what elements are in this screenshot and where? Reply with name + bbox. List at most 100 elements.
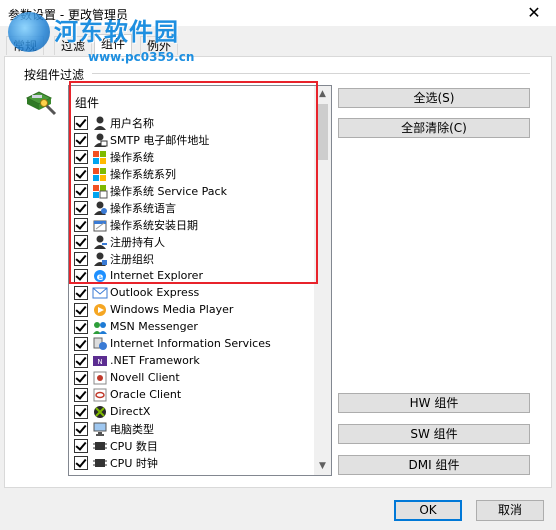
group-label: 按组件过滤 [24,66,89,83]
list-item[interactable]: 操作系统语言 [74,199,314,216]
item-checkbox[interactable] [74,183,88,198]
item-checkbox[interactable] [74,319,88,334]
tab-filter[interactable]: 过滤 [54,36,93,55]
tab-exceptions[interactable]: 例外 [140,36,179,55]
list-item[interactable]: SMTP 电子邮件地址 [74,131,314,148]
tab-strip: 常规 过滤 组件 例外 [2,34,554,56]
item-label: DirectX [110,405,151,418]
list-item[interactable]: CPU 数目 [74,437,314,454]
item-label: Outlook Express [110,286,200,299]
list-item[interactable]: 注册持有人 [74,233,314,250]
tab-general[interactable]: 常规 [6,36,45,55]
item-checkbox[interactable] [74,438,88,453]
item-label: Internet Explorer [110,269,203,282]
item-checkbox[interactable] [74,370,88,385]
svg-text:N: N [97,358,102,366]
item-checkbox[interactable] [74,455,88,470]
list-item[interactable]: 注册组织 [74,250,314,267]
list-item[interactable]: 电脑类型 [74,420,314,437]
hw-components-button[interactable]: HW 组件 [338,393,530,413]
computer-icon [93,422,107,436]
item-checkbox[interactable] [74,302,88,317]
item-checkbox[interactable] [74,336,88,351]
item-label: Novell Client [110,371,180,384]
list-item[interactable]: 操作系统安装日期 [74,216,314,233]
list-item[interactable]: e Internet Explorer [74,267,314,284]
item-label: 操作系统安装日期 [110,218,198,232]
list-item[interactable]: DirectX [74,403,314,420]
oracle-icon [93,388,107,401]
list-item[interactable]: MSN Messenger [74,318,314,335]
filter-components-icon [25,91,57,116]
item-label: 电脑类型 [110,422,154,436]
item-label: SMTP 电子邮件地址 [110,133,210,147]
item-label: MSN Messenger [110,320,198,333]
item-label: Windows Media Player [110,303,234,316]
list-item[interactable]: Windows Media Player [74,301,314,318]
item-checkbox[interactable] [74,132,88,147]
window-title: 参数设置 - 更改管理员 [8,8,128,22]
item-checkbox[interactable] [74,387,88,402]
media-player-icon [94,303,106,316]
list-item[interactable]: N .NET Framework [74,352,314,369]
language-icon [94,201,107,215]
item-checkbox[interactable] [74,166,88,181]
list-item[interactable]: Internet Information Services [74,335,314,352]
vertical-scrollbar[interactable]: ▲ ▼ [314,86,331,475]
list-header: 组件 [75,96,100,110]
list-items: 用户名称 SMTP 电子邮件地址 操作系统 操作系统系列操作系统 Service Pa… [74,114,314,471]
scroll-up-icon[interactable]: ▲ [314,86,331,103]
item-label: CPU 时钟 [110,456,158,470]
item-checkbox[interactable] [74,115,88,130]
cpu-icon [93,441,107,450]
ok-button[interactable]: OK [394,500,462,521]
windows-icon [93,150,106,164]
cancel-button[interactable]: 取消 [476,500,544,521]
close-icon[interactable]: ✕ [512,0,556,26]
item-checkbox[interactable] [74,200,88,215]
item-checkbox[interactable] [74,285,88,300]
scroll-thumb[interactable] [316,104,328,160]
iis-icon [93,337,107,350]
list-item[interactable]: CPU 时钟 [74,454,314,471]
item-checkbox[interactable] [74,353,88,368]
sw-components-button[interactable]: SW 组件 [338,424,530,444]
item-checkbox[interactable] [74,421,88,436]
item-label: 操作系统语言 [110,201,176,215]
item-label: 注册组织 [110,252,154,266]
list-item[interactable]: Novell Client [74,369,314,386]
item-label: 操作系统 Service Pack [110,184,227,198]
title-bar: 参数设置 - 更改管理员 ✕ [0,0,556,26]
install-date-icon [93,220,107,231]
svg-text:e: e [97,272,104,283]
clear-all-button[interactable]: 全部清除(C) [338,118,530,138]
mail-icon [94,133,108,147]
item-label: 注册持有人 [110,235,165,249]
dmi-components-button[interactable]: DMI 组件 [338,455,530,475]
components-listbox[interactable]: 组件 用户名称 SMTP 电子邮件地址 操作系统 操作系统系列操作系统 Service… [68,85,332,476]
list-item[interactable]: Outlook Express [74,284,314,301]
item-checkbox[interactable] [74,404,88,419]
tab-components[interactable]: 组件 [94,34,133,56]
item-checkbox[interactable] [74,251,88,266]
list-item[interactable]: 操作系统 [74,148,314,165]
outlook-icon [92,287,108,298]
service-pack-icon [93,184,108,198]
list-item[interactable]: 用户名称 [74,114,314,131]
item-checkbox[interactable] [74,149,88,164]
scroll-down-icon[interactable]: ▼ [314,458,331,475]
list-item[interactable]: 操作系统系列 [74,165,314,182]
item-label: .NET Framework [110,354,200,367]
user-icon [94,116,106,130]
item-checkbox[interactable] [74,234,88,249]
item-label: 操作系统 [110,150,154,164]
list-item[interactable]: Oracle Client [74,386,314,403]
select-all-button[interactable]: 全选(S) [338,88,530,108]
item-label: CPU 数目 [110,439,158,453]
list-item[interactable]: 操作系统 Service Pack [74,182,314,199]
item-checkbox[interactable] [74,268,88,283]
novell-icon [93,371,107,384]
item-label: Oracle Client [110,388,182,401]
item-checkbox[interactable] [74,217,88,232]
ie-icon: e [94,269,106,283]
